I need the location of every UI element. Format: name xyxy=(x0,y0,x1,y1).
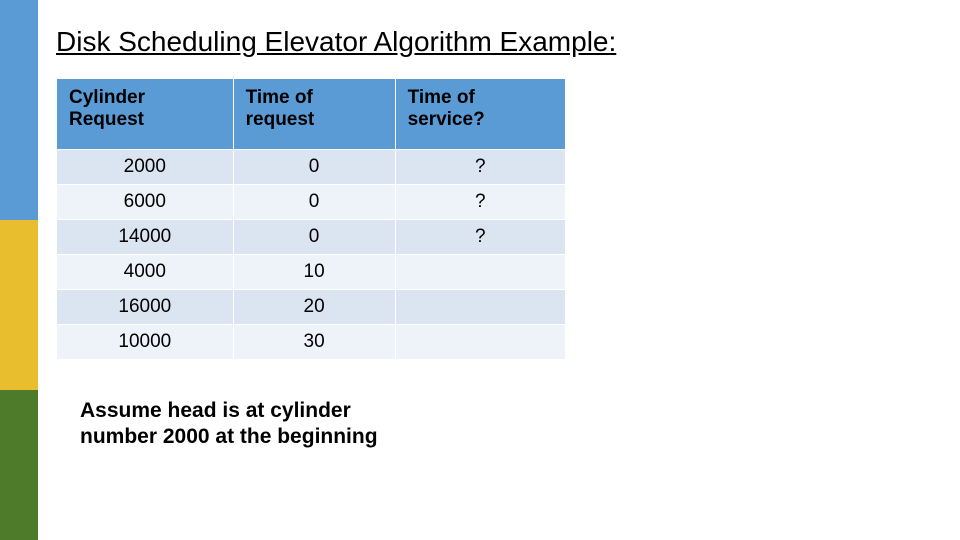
cell-t-svc: ? xyxy=(395,220,565,255)
cell-t-req: 20 xyxy=(233,290,395,325)
cell-cylinder: 16000 xyxy=(57,290,234,325)
cell-t-req: 30 xyxy=(233,325,395,360)
slide: Disk Scheduling Elevator Algorithm Examp… xyxy=(0,0,960,540)
cell-t-svc xyxy=(395,255,565,290)
cell-t-req: 0 xyxy=(233,185,395,220)
cell-t-svc: ? xyxy=(395,150,565,185)
table-header-row: Cylinder Request Time of request Time of… xyxy=(57,79,566,150)
table-row: 2000 0 ? xyxy=(57,150,566,185)
col-time-of-service: Time of service? xyxy=(395,79,565,150)
col-time-of-request: Time of request xyxy=(233,79,395,150)
sidebar-green-block xyxy=(0,390,38,540)
table-row: 16000 20 xyxy=(57,290,566,325)
table-row: 6000 0 ? xyxy=(57,185,566,220)
slide-title: Disk Scheduling Elevator Algorithm Examp… xyxy=(56,26,616,58)
data-table: Cylinder Request Time of request Time of… xyxy=(56,78,566,360)
cell-t-req: 10 xyxy=(233,255,395,290)
cell-t-svc: ? xyxy=(395,185,565,220)
cell-t-req: 0 xyxy=(233,220,395,255)
data-table-container: Cylinder Request Time of request Time of… xyxy=(56,78,566,360)
sidebar-decoration xyxy=(0,0,38,540)
table-row: 14000 0 ? xyxy=(57,220,566,255)
cell-t-svc xyxy=(395,290,565,325)
table-row: 4000 10 xyxy=(57,255,566,290)
sidebar-blue-block xyxy=(0,0,38,220)
cell-cylinder: 6000 xyxy=(57,185,234,220)
cell-t-svc xyxy=(395,325,565,360)
col-cylinder-request: Cylinder Request xyxy=(57,79,234,150)
assumption-note: Assume head is at cylinder number 2000 a… xyxy=(80,398,380,451)
sidebar-gold-block xyxy=(0,220,38,390)
cell-t-req: 0 xyxy=(233,150,395,185)
cell-cylinder: 14000 xyxy=(57,220,234,255)
cell-cylinder: 2000 xyxy=(57,150,234,185)
table-row: 10000 30 xyxy=(57,325,566,360)
cell-cylinder: 10000 xyxy=(57,325,234,360)
cell-cylinder: 4000 xyxy=(57,255,234,290)
